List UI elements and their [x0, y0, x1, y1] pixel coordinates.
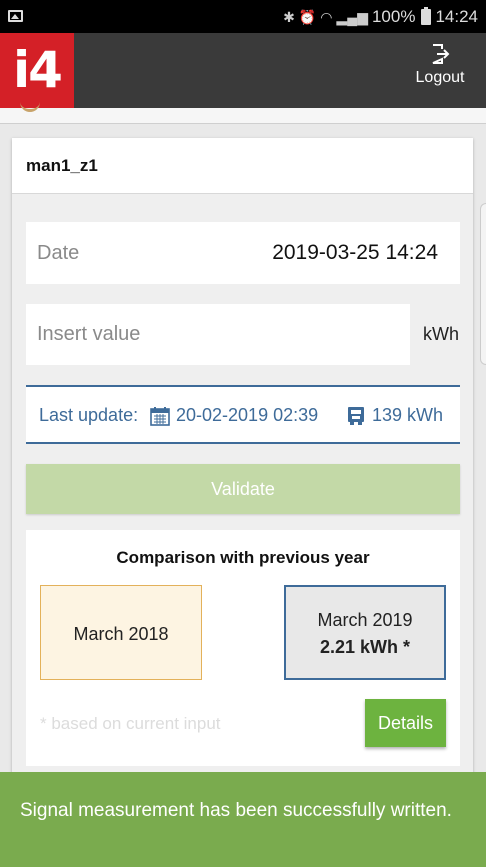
- previous-year-label: March 2018: [73, 624, 169, 644]
- current-year-value: 2.21 kWh *: [319, 637, 411, 657]
- calendar-icon: [150, 407, 170, 426]
- date-label: Date: [37, 242, 80, 264]
- comparison-panel: Comparison with previous year March 2018…: [26, 530, 460, 766]
- card-title: man1_z1: [12, 138, 473, 194]
- logout-icon: [432, 44, 450, 64]
- alarm-icon: ⏰: [298, 8, 317, 25]
- value-input[interactable]: [26, 304, 410, 365]
- clock: 14:24: [435, 7, 478, 26]
- last-update-panel: Last update: 20-02-2019 02:39 139 kWh: [26, 385, 460, 444]
- comparison-title: Comparison with previous year: [116, 548, 370, 567]
- signal-icon: ▂▄▆: [336, 8, 368, 25]
- input-note: * based on current input: [40, 714, 221, 733]
- current-year-box: March 2019 2.21 kWh *: [284, 585, 446, 680]
- success-toast: Signal measurement has been successfully…: [0, 772, 486, 867]
- previous-year-box: March 2018: [40, 585, 202, 680]
- bluetooth-icon: ✱: [283, 8, 295, 25]
- image-icon: [8, 10, 23, 22]
- validate-button[interactable]: Validate: [26, 464, 460, 514]
- battery-percent: 100%: [371, 7, 416, 26]
- wifi-icon: ◠: [320, 8, 333, 25]
- toast-message: Signal measurement has been successfully…: [20, 800, 452, 821]
- sub-header-strip: [0, 108, 486, 124]
- last-update-date: 20-02-2019 02:39: [176, 405, 319, 425]
- side-drawer-handle[interactable]: [480, 203, 486, 365]
- status-right: ✱ ⏰ ◠ ▂▄▆ 100% 14:24: [283, 7, 478, 27]
- value-field[interactable]: [26, 304, 410, 365]
- date-value: 2019-03-25 14:24: [272, 241, 438, 264]
- partial-avatar: [20, 102, 40, 112]
- details-button[interactable]: Details: [365, 699, 446, 747]
- status-bar: ✱ ⏰ ◠ ▂▄▆ 100% 14:24: [0, 0, 486, 33]
- date-field[interactable]: Date 2019-03-25 14:24: [26, 222, 460, 284]
- app-logo[interactable]: i4: [0, 33, 74, 108]
- unit-label: kWh: [423, 324, 459, 344]
- meter-icon: [348, 407, 364, 425]
- battery-icon: [421, 7, 432, 25]
- logout-button[interactable]: Logout: [412, 43, 468, 87]
- last-update-value: 139 kWh: [372, 405, 444, 425]
- logout-label: Logout: [415, 69, 465, 86]
- last-update-label: Last update:: [39, 405, 139, 425]
- app-bar: i4 Logout: [0, 33, 486, 108]
- current-year-label: March 2019: [317, 610, 413, 630]
